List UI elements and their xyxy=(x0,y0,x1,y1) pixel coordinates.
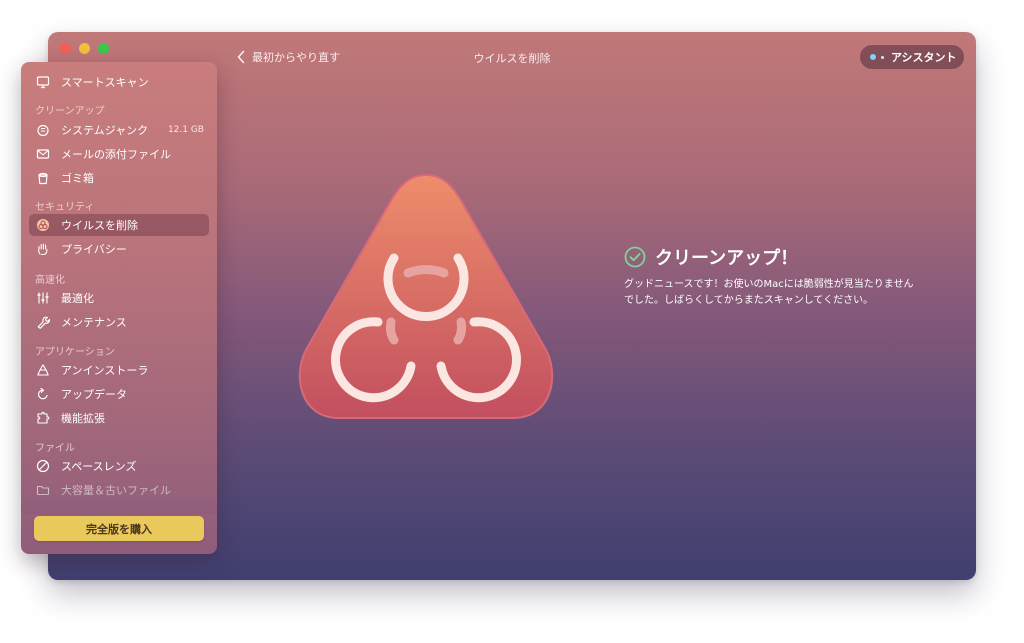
sidebar-item-uninstaller[interactable]: アンインストーラ xyxy=(29,359,209,381)
extensions-icon xyxy=(36,411,50,425)
sidebar-item-label: ゴミ箱 xyxy=(61,172,94,185)
sidebar-item-label: 最適化 xyxy=(61,292,94,305)
assistant-dot-icon xyxy=(870,54,876,60)
result-panel: クリーンアップ！ グッドニュースです！お使いのMacには脆弱性が見当たりませんで… xyxy=(624,244,924,309)
buy-full-version-button[interactable]: 完全版を購入 xyxy=(34,516,204,541)
sidebar-item-malware-removal[interactable]: ウイルスを削除 xyxy=(29,214,209,236)
wrench-icon xyxy=(36,315,50,329)
sidebar-item-label: メールの添付ファイル xyxy=(61,148,171,161)
envelope-icon xyxy=(36,147,50,161)
sliders-icon xyxy=(36,291,50,305)
junk-icon xyxy=(36,123,50,137)
sidebar-item-label: プライバシー xyxy=(61,243,127,256)
assistant-button[interactable]: アシスタント xyxy=(860,45,964,69)
lens-icon xyxy=(36,459,50,473)
assistant-small-dot-icon xyxy=(881,55,884,59)
sidebar-item-updater[interactable]: アップデータ xyxy=(29,383,209,405)
sidebar-item-label: スペースレンズ xyxy=(61,460,137,473)
assistant-label: アシスタント xyxy=(891,51,957,64)
biohazard-icon xyxy=(36,218,50,232)
sidebar-item-space-lens[interactable]: スペースレンズ xyxy=(29,455,209,477)
update-icon xyxy=(36,387,50,401)
result-message: グッドニュースです！お使いのMacには脆弱性が見当たりませんでした。しばらくして… xyxy=(624,279,914,306)
sidebar-item-extensions[interactable]: 機能拡張 xyxy=(29,407,209,429)
section-security: セキュリティ xyxy=(35,202,95,213)
sidebar-item-privacy[interactable]: プライバシー xyxy=(29,238,209,260)
section-cleanup: クリーンアップ xyxy=(35,106,105,117)
sidebar-item-label: アップデータ xyxy=(61,388,127,401)
sidebar-item-maintenance[interactable]: メンテナンス xyxy=(29,311,209,333)
sidebar-item-label: 機能拡張 xyxy=(61,412,105,425)
trash-icon xyxy=(36,171,50,185)
section-speed: 高速化 xyxy=(35,275,65,286)
sidebar-item-mail-attachments[interactable]: メールの添付ファイル xyxy=(29,143,209,165)
sidebar-item-optimization[interactable]: 最適化 xyxy=(29,287,209,309)
sidebar-item-label: スマートスキャン xyxy=(61,76,149,89)
biohazard-hero-icon xyxy=(298,173,554,419)
section-files: ファイル xyxy=(35,443,75,454)
system-junk-size: 12.1 GB xyxy=(167,125,204,135)
result-title-row: クリーンアップ！ xyxy=(624,244,924,270)
sidebar-item-smart-scan[interactable]: スマートスキャン xyxy=(29,71,209,93)
sidebar-item-label: メンテナンス xyxy=(61,316,127,329)
sidebar-item-label: ウイルスを削除 xyxy=(61,219,138,232)
section-applications: アプリケーション xyxy=(35,347,115,358)
monitor-icon xyxy=(36,75,50,89)
sidebar-scroll-fade xyxy=(21,492,217,514)
hand-icon xyxy=(36,242,50,256)
uninstaller-icon xyxy=(36,363,50,377)
sidebar-item-label: アンインストーラ xyxy=(61,364,149,377)
sidebar-item-trash[interactable]: ゴミ箱 xyxy=(29,167,209,189)
sidebar-item-system-junk[interactable]: システムジャンク 12.1 GB xyxy=(29,119,209,141)
result-title: クリーンアップ！ xyxy=(655,248,799,269)
sidebar: スマートスキャン クリーンアップ システムジャンク 12.1 GB メールの添付… xyxy=(21,62,217,554)
check-circle-icon xyxy=(624,246,646,268)
sidebar-item-label: システムジャンク xyxy=(61,124,149,137)
